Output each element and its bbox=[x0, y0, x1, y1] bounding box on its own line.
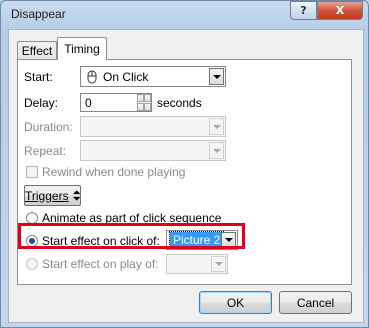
play-of-radio[interactable] bbox=[26, 258, 38, 270]
expand-collapse-icon bbox=[72, 190, 80, 201]
delay-spin-buttons[interactable] bbox=[137, 94, 151, 111]
delay-down-button[interactable] bbox=[137, 103, 151, 111]
rewind-label: Rewind when done playing bbox=[42, 165, 186, 179]
repeat-label: Repeat: bbox=[24, 144, 67, 158]
tab-effect[interactable]: Effect bbox=[17, 41, 57, 59]
duration-combo[interactable] bbox=[80, 116, 226, 137]
help-button[interactable]: ? bbox=[290, 1, 317, 20]
dialog-client: Effect Timing Start: On Click Delay: 0 s… bbox=[8, 29, 364, 323]
repeat-combo[interactable] bbox=[80, 140, 226, 161]
mouse-icon bbox=[87, 70, 97, 84]
delay-value: 0 bbox=[85, 96, 92, 110]
chevron-down-icon bbox=[214, 262, 223, 266]
arrow-down-icon bbox=[143, 103, 145, 111]
play-of-dropdown-arrow[interactable] bbox=[211, 256, 226, 272]
start-combo[interactable]: On Click bbox=[80, 66, 226, 87]
play-of-label: Start effect on play of: bbox=[42, 257, 159, 271]
tab-timing[interactable]: Timing bbox=[57, 37, 107, 60]
window-title: Disappear bbox=[11, 7, 66, 21]
highlight-box bbox=[18, 223, 245, 249]
start-label: Start: bbox=[24, 70, 53, 84]
triggers-button[interactable]: Triggers bbox=[24, 185, 81, 206]
tab-timing-label: Timing bbox=[64, 42, 100, 56]
duration-dropdown-arrow[interactable] bbox=[209, 118, 224, 135]
chevron-down-icon bbox=[212, 148, 221, 153]
delay-spinner[interactable]: 0 bbox=[80, 93, 152, 112]
chevron-down-icon bbox=[212, 74, 221, 79]
start-dropdown-arrow[interactable] bbox=[209, 68, 224, 85]
close-button[interactable]: X bbox=[317, 1, 363, 20]
delay-up-button[interactable] bbox=[137, 94, 151, 102]
cancel-button[interactable]: Cancel bbox=[279, 291, 352, 314]
tab-effect-label: Effect bbox=[21, 43, 53, 58]
timing-panel: Start: On Click Delay: 0 seconds Duratio… bbox=[17, 59, 352, 285]
triggers-label: Triggers bbox=[25, 188, 69, 203]
rewind-checkbox[interactable] bbox=[26, 166, 38, 178]
duration-label: Duration: bbox=[24, 120, 73, 134]
ok-button[interactable]: OK bbox=[199, 291, 272, 314]
chevron-down-icon bbox=[212, 124, 221, 129]
play-of-combo[interactable] bbox=[166, 254, 228, 274]
arrow-up-icon bbox=[143, 94, 145, 102]
repeat-dropdown-arrow[interactable] bbox=[209, 142, 224, 159]
dialog-window: Disappear ? X Effect Timing Start: On Cl… bbox=[0, 0, 369, 328]
delay-unit: seconds bbox=[157, 96, 202, 110]
delay-label: Delay: bbox=[24, 96, 59, 110]
start-value: On Click bbox=[103, 70, 149, 84]
